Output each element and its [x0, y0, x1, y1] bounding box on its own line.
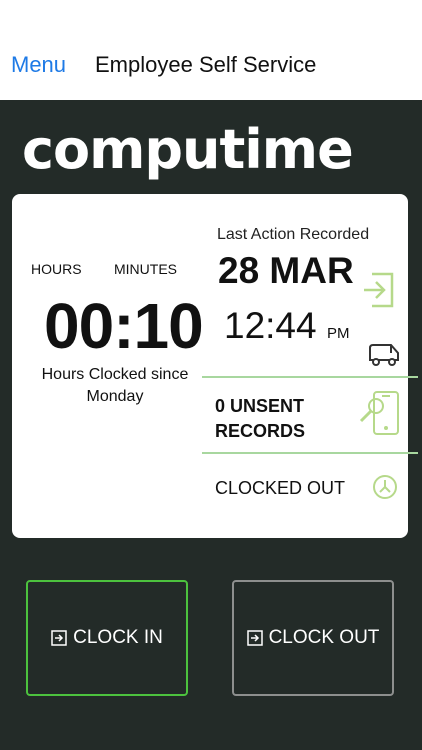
page-title: Employee Self Service [95, 52, 317, 77]
minutes-label: MINUTES [114, 261, 177, 277]
clock-out-button[interactable]: CLOCK OUT [232, 580, 394, 696]
clock-in-label: CLOCK IN [73, 627, 163, 648]
unsent-records: 0 UNSENT RECORDS [215, 394, 305, 444]
hours-minutes-value: 00:10 [44, 290, 204, 362]
phone-search-icon[interactable] [358, 390, 402, 441]
last-action-label: Last Action Recorded [217, 226, 370, 243]
computime-logo: computime [22, 118, 354, 181]
clock-out-icon [246, 630, 263, 646]
divider-1 [202, 376, 418, 378]
last-action-time: 12:44 [224, 305, 317, 346]
menu-button[interactable]: Menu [11, 52, 66, 78]
clock-icon [372, 474, 398, 505]
last-action-panel: Last Action Recorded 28 MAR 12:44 PM 0 U… [202, 194, 418, 538]
login-icon [360, 270, 400, 315]
hours-clocked-since-text: Hours Clocked since Monday [41, 366, 189, 405]
van-icon [367, 342, 401, 373]
clock-status: CLOCKED OUT [215, 478, 346, 498]
top-nav-bar: Menu Employee Self Service [0, 0, 422, 100]
last-action-time-row: 12:44 PM [224, 305, 350, 347]
clock-in-icon [51, 630, 67, 646]
last-action-ampm: PM [327, 325, 350, 342]
clock-in-button[interactable]: CLOCK IN [26, 580, 188, 696]
summary-card: HOURS MINUTES 00:10 Hours Clocked since … [12, 194, 418, 538]
last-action-date: 28 MAR [218, 250, 354, 291]
clock-out-label: CLOCK OUT [268, 627, 380, 648]
unsent-line-1: 0 UNSENT [215, 396, 305, 416]
unsent-line-2: RECORDS [215, 421, 306, 441]
hours-label: HOURS [31, 261, 82, 277]
divider-2 [202, 452, 418, 454]
